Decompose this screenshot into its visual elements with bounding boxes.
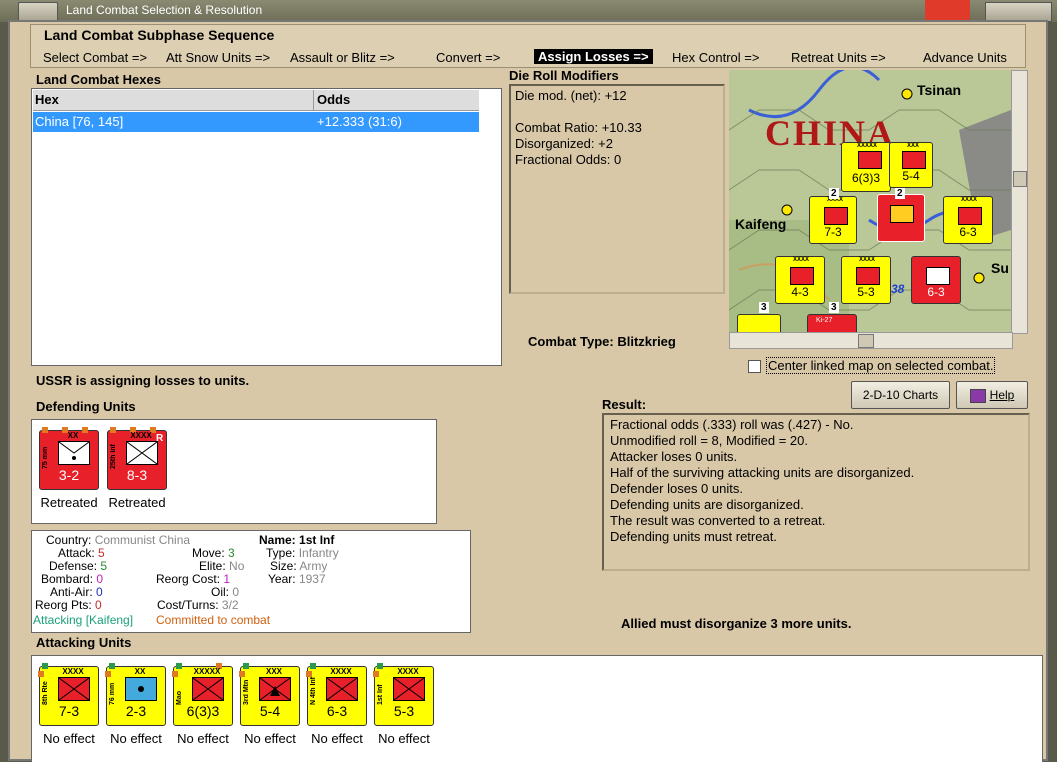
unit-caption: Retreated [40,495,98,510]
map-vertical-scrollbar[interactable] [1011,70,1028,334]
column-divider [313,90,314,110]
title-bar: Land Combat Selection & Resolution [0,0,1057,22]
result-line: Attacker loses 0 units. [610,449,738,464]
step-convert: Convert => [436,50,501,65]
result-line: Defending units are disorganized. [610,497,804,512]
unit-caption: No effect [244,731,296,746]
result-line: Unmodified roll = 8, Modified = 20. [610,433,808,448]
hex-cell: China [76, 145] [35,114,124,129]
defending-panel: XX 75 mm 3-2 Retreated XXXX 25th Inf R 8… [31,419,437,524]
defending-title: Defending Units [36,399,136,414]
combat-type: Combat Type: Blitzkrieg [528,334,676,349]
step-assign-losses: Assign Losses => [534,49,653,64]
step-att-snow-units: Att Snow Units => [166,50,271,65]
fractional-odds: Fractional Odds: 0 [515,152,622,167]
die-mod-net: Die mod. (net): +12 [515,88,627,103]
table-row[interactable]: China [76, 145] +12.333 (31:6) [33,112,479,132]
hexes-title: Land Combat Hexes [36,72,161,87]
close-button[interactable] [925,0,970,20]
combat-ratio: Combat Ratio: +10.33 [515,120,642,135]
result-panel: Fractional odds (.333) roll was (.427) -… [602,413,1030,571]
result-title: Result: [602,397,647,412]
attacking-unit-76mm[interactable]: XX 76 mm 2-3 No effect [105,663,166,746]
window-control-button[interactable] [985,2,1052,22]
status-message: USSR is assigning losses to units. [36,373,250,388]
map-unit-mao[interactable]: XXXXX 6(3)3 [841,142,891,192]
combat-type-value: Blitzkrieg [617,334,676,349]
result-line: Fractional odds (.333) roll was (.427) -… [610,417,854,432]
help-button[interactable]: Help [956,381,1028,409]
map-unit-3rd-mtn[interactable]: XXX 5-4 [889,142,933,188]
map-city-kaifeng: Kaifeng [735,216,787,232]
attacking-panel: XXXX 8th Rte 7-3 No effect XX 76 mm 2-3 … [31,655,1043,762]
attacking-unit-8th-rte[interactable]: XXXX 8th Rte 7-3 No effect [38,663,99,746]
unit-caption: Retreated [108,495,166,510]
defending-unit-75mm[interactable]: XX 75 mm 3-2 Retreated [39,427,99,510]
die-roll-panel: Die mod. (net): +12 Combat Ratio: +10.33… [509,84,725,294]
map-hex-number: 2 [895,188,905,199]
map-hex-number: 3 [759,302,769,313]
attacking-location: Attacking [Kaifeng] [33,613,134,627]
subphase-sequence: Land Combat Subphase Sequence Select Com… [30,24,1026,68]
scrollbar-thumb[interactable] [1013,171,1027,187]
help-label: Help [989,388,1015,402]
unit-caption: No effect [177,731,229,746]
attacking-unit-1st-inf[interactable]: XXXX 1st Inf 5-3 No effect [373,663,434,746]
scrollbar-thumb[interactable] [858,334,874,348]
window-title: Land Combat Selection & Resolution [66,3,263,17]
subphase-title: Land Combat Subphase Sequence [44,27,275,43]
help-book-icon [969,388,986,403]
result-line: Half of the surviving attacking units ar… [610,465,915,480]
column-hex[interactable]: Hex [35,92,59,107]
unit-caption: No effect [378,731,430,746]
defending-unit-25th-inf[interactable]: XXXX 25th Inf R 8-3 Retreated [107,427,167,510]
result-line: Defending units must retreat. [610,529,777,544]
column-odds[interactable]: Odds [317,92,350,107]
unit-caption: No effect [110,731,162,746]
unit-info-panel: Country: Communist China Attack: 5 Defen… [31,530,471,633]
map-unit-combat-marker[interactable] [877,194,925,242]
map-unit-11th-inf[interactable]: 6-3 [911,256,961,304]
odds-cell: +12.333 (31:6) [317,114,402,129]
charts-button[interactable]: 2-D-10 Charts [851,381,950,409]
attacking-unit-3rd-mtn[interactable]: XXX 3rd Mtn 5-4 No effect [239,663,300,746]
hexes-header: Hex Odds [33,90,479,111]
map-unit-1st-inf[interactable]: XXXX 5-3 [841,256,891,304]
map-partial-number: 38 [891,282,905,296]
unit-caption: No effect [311,731,363,746]
disorganized: Disorganized: +2 [515,136,613,151]
map-horizontal-scrollbar[interactable] [729,332,1013,349]
map-unit-2nd-inf[interactable]: XXXX 4-3 [775,256,825,304]
step-retreat-units: Retreat Units => [791,50,886,65]
map-unit-n-4th-inf[interactable]: XXXX 6-3 [943,196,993,244]
step-assault-or-blitz: Assault or Blitz => [290,50,395,65]
map-unit-partial-aircraft[interactable]: Ki-27 [807,314,857,332]
map-hex-number: 2 [829,188,839,199]
map-hex-number: 3 [829,302,839,313]
attacking-unit-n-4th-inf[interactable]: XXXX N 4th Inf 6-3 No effect [306,663,367,746]
combat-type-label: Combat Type: [528,334,614,349]
unit-caption: No effect [43,731,95,746]
committed-status: Committed to combat [156,613,271,627]
center-map-checkbox[interactable] [748,360,761,373]
result-line: The result was converted to a retreat. [610,513,826,528]
map-label-partial: Su [991,260,1009,276]
result-line: Defender loses 0 units. [610,481,743,496]
step-hex-control: Hex Control => [672,50,760,65]
map-unit-8th-rte[interactable]: XXXX 7-3 [809,196,857,244]
linked-map[interactable]: CHINA Tsinan Kaifeng Su XXXXX 6(3)3 XXX … [729,70,1011,332]
attacking-unit-mao[interactable]: XXXXX Mao 6(3)3 No effect [172,663,233,746]
step-select-combat: Select Combat => [43,50,148,65]
map-city-tsinan: Tsinan [917,82,962,98]
window-menu-button[interactable] [18,2,58,22]
map-unit-partial[interactable] [737,314,781,332]
step-advance-units: Advance Units [923,50,1007,65]
disorganize-message: Allied must disorganize 3 more units. [621,616,852,631]
die-roll-title: Die Roll Modifiers [509,68,619,83]
attacking-title: Attacking Units [36,635,132,650]
center-map-label[interactable]: Center linked map on selected combat. [766,357,996,374]
